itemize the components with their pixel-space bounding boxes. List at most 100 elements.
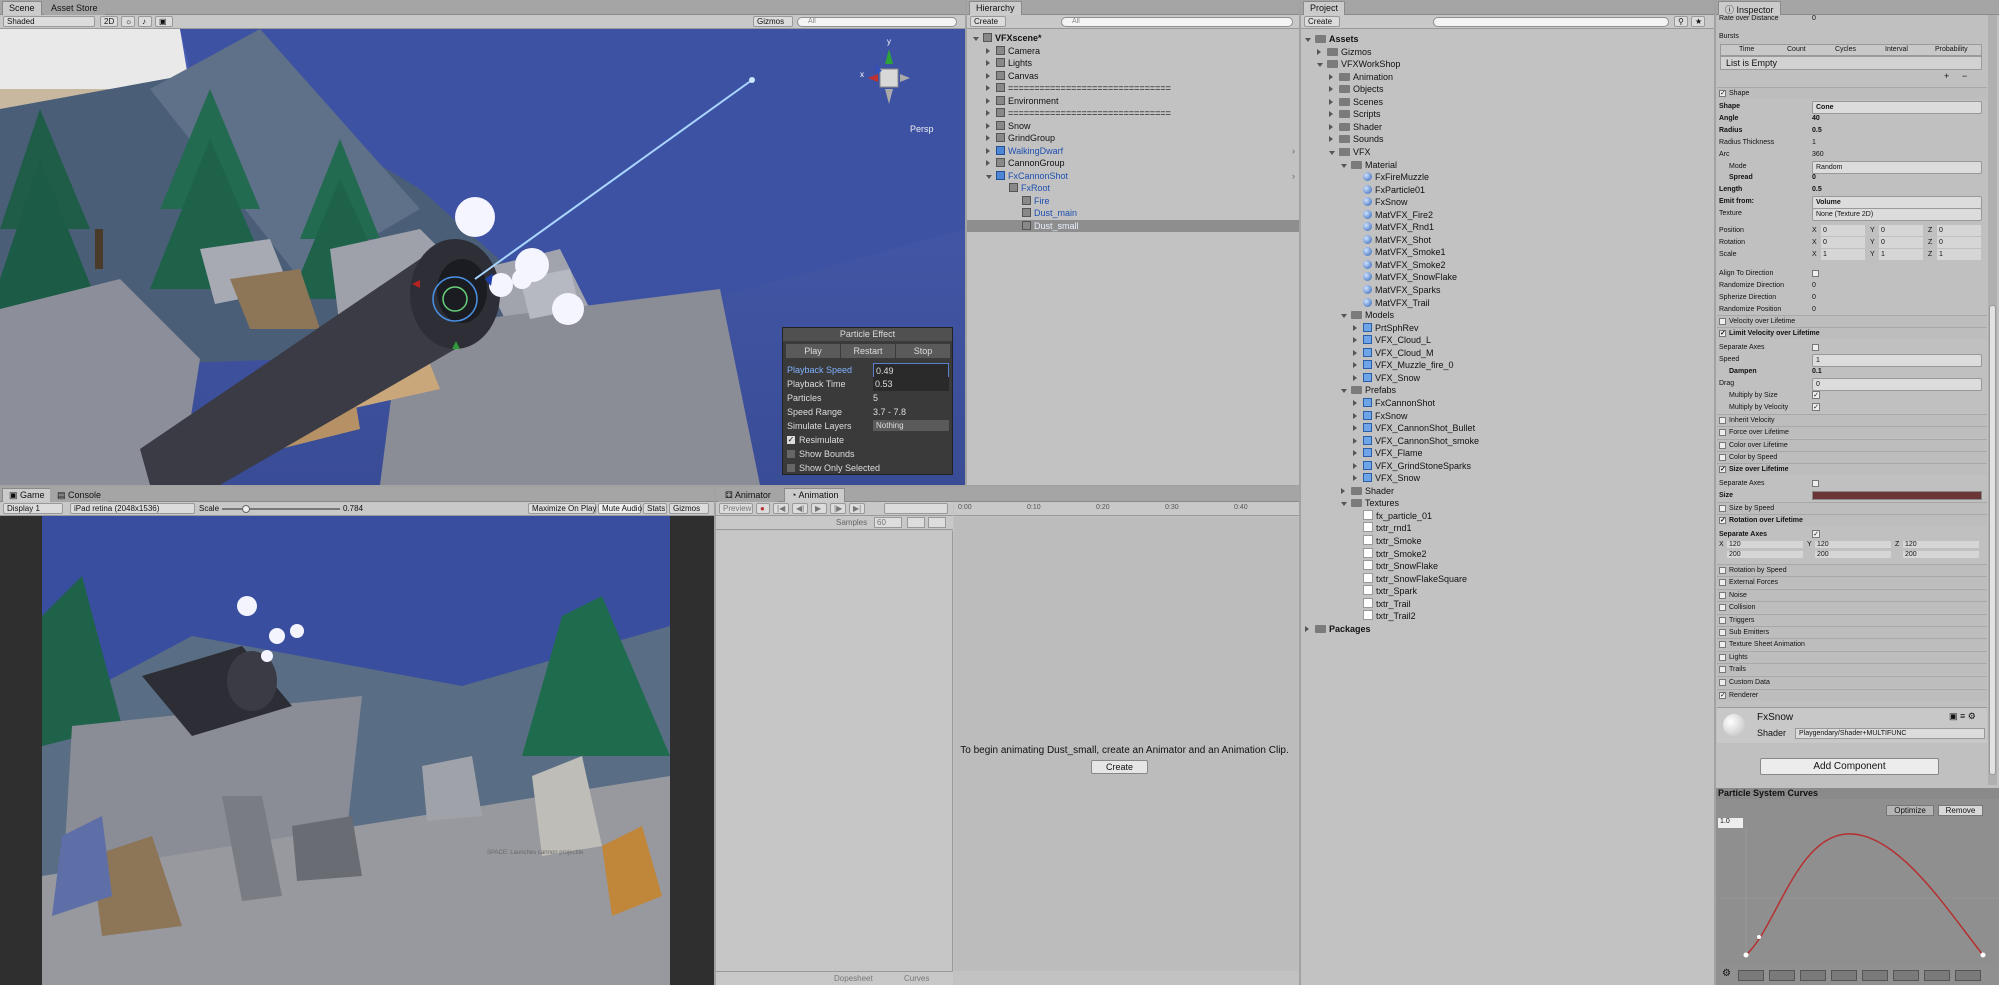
- item-arrow-icon[interactable]: [1353, 460, 1363, 472]
- item-arrow-icon[interactable]: [1353, 435, 1363, 447]
- show-bounds-checkbox[interactable]: [787, 450, 795, 458]
- inspector-row-value[interactable]: 1: [1812, 137, 1816, 148]
- hierarchy-item[interactable]: Lights: [967, 57, 1299, 69]
- inspector-scrollbar[interactable]: [1988, 15, 1997, 785]
- show-bounds-row[interactable]: Show Bounds: [783, 447, 952, 461]
- shading-dropdown[interactable]: Shaded: [3, 16, 95, 27]
- project-item[interactable]: txtr_rnd1: [1301, 522, 1714, 534]
- module-toggle-checkbox[interactable]: [1719, 591, 1726, 599]
- tab-console[interactable]: ▤ Console: [50, 488, 109, 502]
- project-item[interactable]: Shader: [1301, 121, 1714, 133]
- transform-field[interactable]: 1: [1937, 248, 1981, 260]
- module-header[interactable]: Collision: [1717, 601, 1987, 614]
- item-arrow-icon[interactable]: [1353, 334, 1363, 346]
- project-item[interactable]: Assets: [1301, 33, 1714, 45]
- resimulate-row[interactable]: ✓ Resimulate: [783, 433, 952, 447]
- module-header[interactable]: External Forces: [1717, 576, 1987, 589]
- dopesheet-tab[interactable]: Dopesheet: [834, 974, 873, 983]
- folder-arrow-icon[interactable]: [1329, 108, 1339, 120]
- project-item[interactable]: VFX_Snow: [1301, 472, 1714, 484]
- folder-arrow-icon[interactable]: [1329, 146, 1339, 158]
- module-toggle-checkbox[interactable]: [1719, 641, 1726, 649]
- project-item[interactable]: VFX_Snow: [1301, 372, 1714, 384]
- bursts-add-remove[interactable]: + −: [1938, 71, 1978, 81]
- item-arrow-icon[interactable]: [1353, 397, 1363, 409]
- collapsed-arrow-icon[interactable]: [986, 107, 996, 119]
- last-key-button[interactable]: ▶|: [849, 503, 865, 514]
- project-item[interactable]: FxSnow: [1301, 410, 1714, 422]
- module-toggle-checkbox[interactable]: ✓: [1719, 692, 1726, 699]
- curve-preset-button[interactable]: [1831, 970, 1857, 981]
- project-search-input[interactable]: [1433, 17, 1669, 27]
- item-arrow-icon[interactable]: [1353, 359, 1363, 371]
- inspector-row-value[interactable]: None (Texture 2D): [1812, 208, 1982, 222]
- module-header[interactable]: ✓ Shape: [1717, 87, 1987, 99]
- project-item[interactable]: txtr_SnowFlakeSquare: [1301, 572, 1714, 585]
- project-item[interactable]: MatVFX_Sparks: [1301, 284, 1714, 296]
- project-item[interactable]: MatVFX_Shot: [1301, 234, 1714, 246]
- module-header[interactable]: Size by Speed: [1717, 502, 1987, 514]
- effects-icon[interactable]: ▣: [155, 16, 173, 27]
- module-toggle-checkbox[interactable]: [1719, 616, 1726, 624]
- item-arrow-icon[interactable]: [1353, 347, 1363, 359]
- audio-icon[interactable]: ♪: [138, 16, 152, 27]
- module-toggle-checkbox[interactable]: [1719, 441, 1726, 449]
- hierarchy-item[interactable]: Fire: [967, 195, 1299, 207]
- rotation-field[interactable]: 120: [1815, 541, 1891, 548]
- tab-game[interactable]: ▣ Game: [2, 488, 52, 502]
- collapsed-arrow-icon[interactable]: [986, 82, 996, 94]
- tab-project[interactable]: Project: [1303, 1, 1346, 15]
- hierarchy-item[interactable]: Snow: [967, 120, 1299, 132]
- hierarchy-item[interactable]: ===============================: [967, 107, 1299, 119]
- time-field[interactable]: [884, 503, 948, 514]
- add-burst-button[interactable]: +: [1944, 71, 1949, 81]
- lighting-icon[interactable]: ☼: [121, 16, 135, 27]
- project-item[interactable]: VFX: [1301, 146, 1714, 158]
- item-arrow-icon[interactable]: [1353, 472, 1363, 484]
- module-header[interactable]: Noise: [1717, 588, 1987, 601]
- rotation-separate-axes-checkbox[interactable]: ✓: [1812, 530, 1820, 538]
- hierarchy-item[interactable]: Dust_main: [967, 207, 1299, 219]
- transform-field[interactable]: 0: [1937, 225, 1981, 236]
- folder-arrow-icon[interactable]: [1305, 33, 1315, 45]
- module-header[interactable]: Velocity over Lifetime: [1717, 315, 1987, 327]
- inspector-row-value[interactable]: 0: [1812, 280, 1816, 291]
- tab-animation[interactable]: ◔ Animation: [784, 488, 846, 502]
- project-item[interactable]: VFX_CannonShot_smoke: [1301, 435, 1714, 447]
- collapsed-arrow-icon[interactable]: [986, 132, 996, 144]
- project-item[interactable]: Animation: [1301, 71, 1714, 83]
- collapsed-arrow-icon[interactable]: [986, 70, 996, 82]
- play-button[interactable]: Play: [786, 344, 840, 358]
- module-toggle-checkbox[interactable]: ✓: [1719, 330, 1726, 337]
- remove-button[interactable]: Remove: [1938, 805, 1983, 816]
- chevron-right-icon[interactable]: ›: [1292, 145, 1295, 157]
- folder-arrow-icon[interactable]: [1329, 133, 1339, 145]
- collapsed-arrow-icon[interactable]: [986, 45, 996, 57]
- gizmos-dropdown[interactable]: Gizmos: [753, 16, 793, 27]
- scale-slider-knob[interactable]: [241, 505, 250, 513]
- curve-graph[interactable]: [1716, 828, 1999, 963]
- curve-preset-button[interactable]: [1738, 970, 1764, 981]
- folder-arrow-icon[interactable]: [1341, 384, 1351, 396]
- project-item[interactable]: MatVFX_Fire2: [1301, 209, 1714, 221]
- tab-animator[interactable]: ⚃ Animator: [718, 488, 778, 502]
- mute-audio-toggle[interactable]: Mute Audio: [598, 503, 642, 514]
- folder-arrow-icon[interactable]: [1341, 497, 1351, 509]
- module-header[interactable]: ✓ Rotation over Lifetime: [1717, 514, 1987, 526]
- inspector-row-value[interactable]: 40: [1812, 113, 1820, 124]
- inspector-row-value[interactable]: 0.5: [1812, 125, 1822, 136]
- project-item[interactable]: FxCannonShot: [1301, 397, 1714, 409]
- curve-preset-button[interactable]: [1924, 970, 1950, 981]
- folder-arrow-icon[interactable]: [1329, 83, 1339, 95]
- curve-preset-button[interactable]: [1955, 970, 1981, 981]
- project-create-dropdown[interactable]: Create: [1304, 16, 1340, 27]
- resolution-dropdown[interactable]: iPad retina (2048x1536): [70, 503, 195, 514]
- module-header[interactable]: Lights: [1717, 650, 1987, 663]
- stats-toggle[interactable]: Stats: [643, 503, 667, 514]
- project-item[interactable]: VFX_Flame: [1301, 447, 1714, 459]
- module-header[interactable]: ✓ Limit Velocity over Lifetime: [1717, 327, 1987, 339]
- collapsed-arrow-icon[interactable]: [986, 95, 996, 107]
- resimulate-checkbox[interactable]: ✓: [787, 436, 795, 444]
- tab-asset-store[interactable]: Asset Store: [44, 1, 105, 15]
- module-header[interactable]: Trails: [1717, 663, 1987, 676]
